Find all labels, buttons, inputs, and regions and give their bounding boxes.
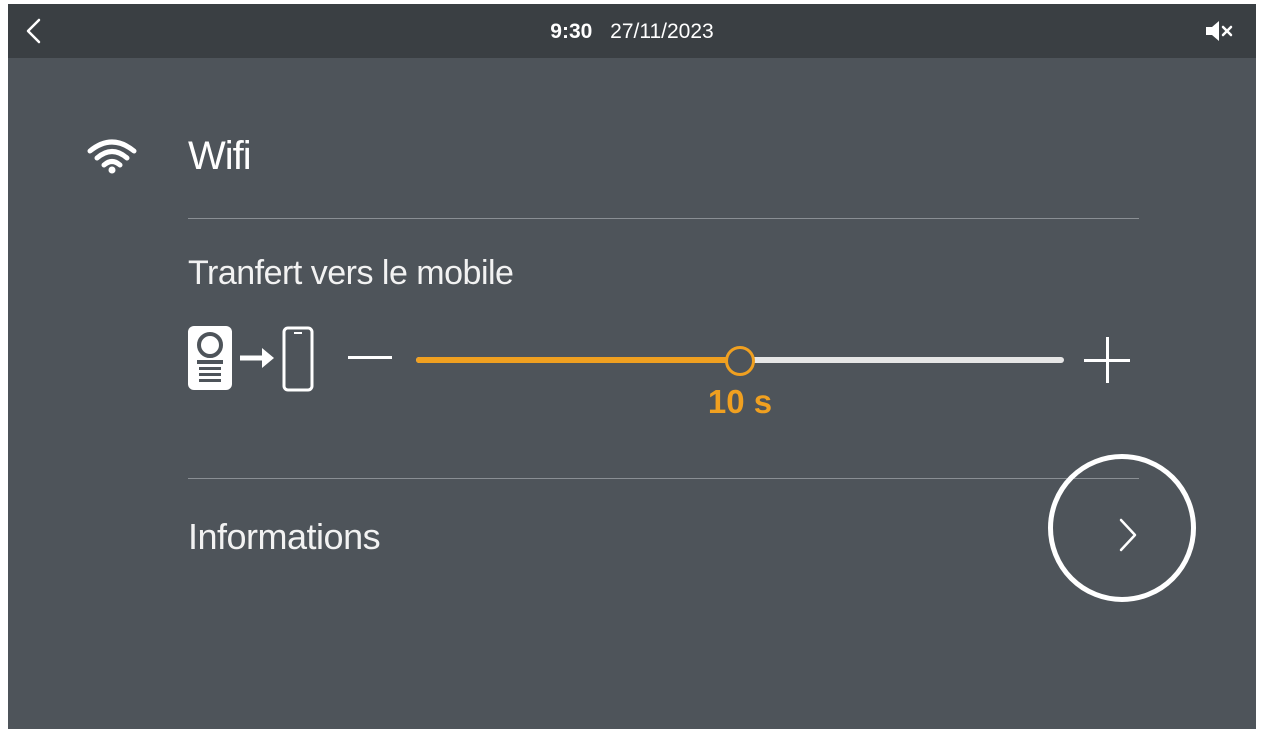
decrease-button[interactable] [348, 356, 392, 359]
wifi-title: Wifi [188, 134, 252, 178]
informations-row[interactable]: Informations [188, 480, 1139, 590]
time-display: 9:30 [550, 20, 593, 43]
clock: 9:30 27/11/2023 [8, 20, 1256, 44]
divider [188, 218, 1139, 219]
doorphone-to-mobile-icon [188, 326, 314, 392]
highlight-circle [1048, 454, 1196, 602]
speaker-muted-icon[interactable] [1204, 18, 1234, 44]
date-display: 27/11/2023 [610, 20, 714, 43]
slider-thumb[interactable] [725, 346, 755, 376]
informations-label: Informations [188, 516, 381, 557]
transfer-delay-slider[interactable] [416, 344, 1064, 376]
increase-button[interactable] [1084, 337, 1130, 383]
slider-fill [416, 357, 740, 363]
transfer-label: Tranfert vers le mobile [188, 254, 514, 292]
settings-screen: 9:30 27/11/2023 Wifi Tranfert vers le mo… [8, 4, 1256, 729]
divider [188, 478, 1139, 479]
wifi-icon [87, 139, 137, 174]
status-bar: 9:30 27/11/2023 [8, 4, 1256, 58]
slider-value-label: 10 s [707, 383, 773, 420]
